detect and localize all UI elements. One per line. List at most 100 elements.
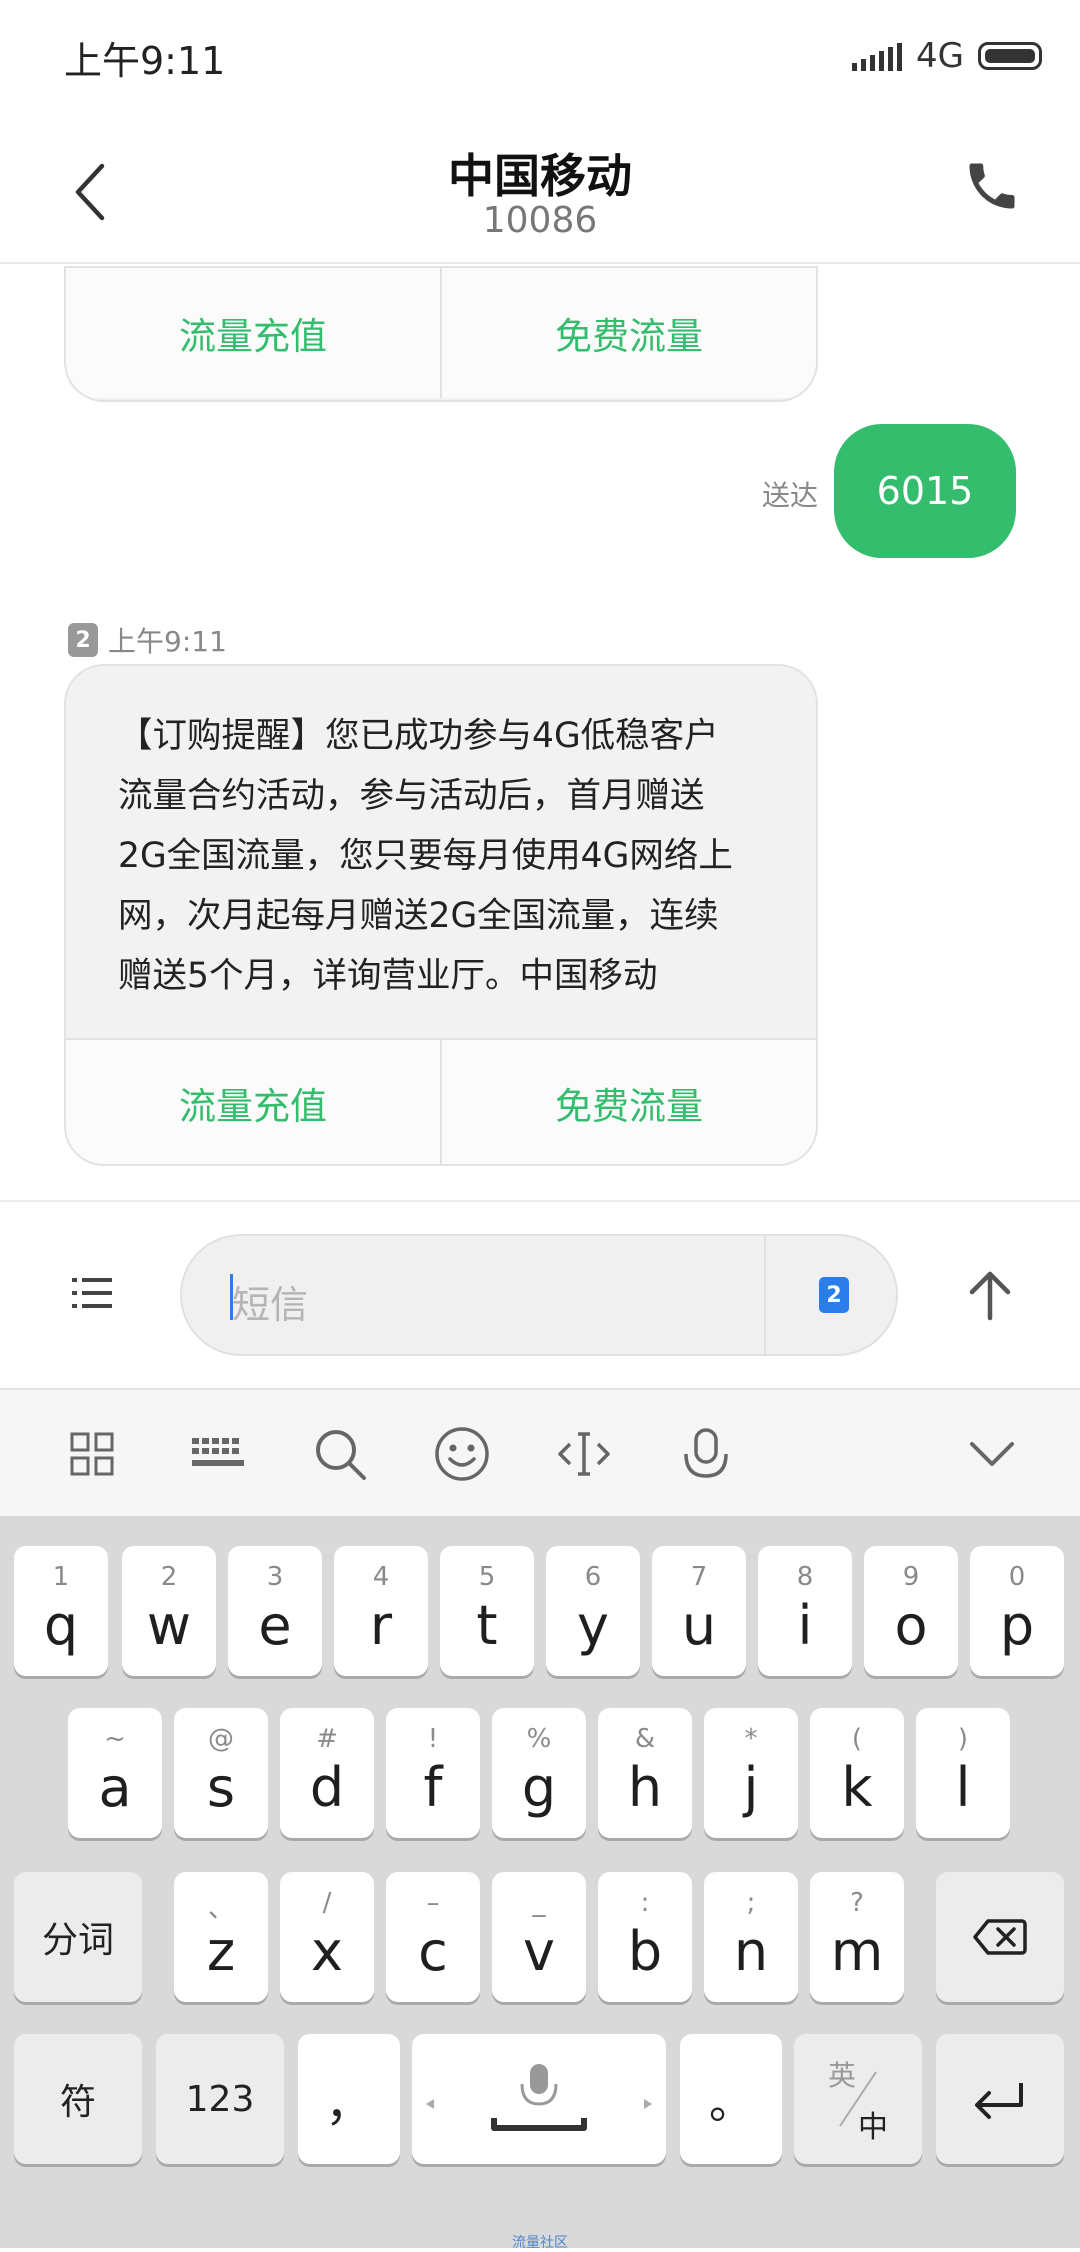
key-label: k <box>841 1756 873 1819</box>
key-hint: 1 <box>52 1562 70 1592</box>
key-q[interactable]: 1q <box>14 1546 108 1676</box>
key-z[interactable]: 、 z <box>174 1872 268 2002</box>
key-i[interactable]: 8i <box>758 1546 852 1676</box>
key-label: h <box>627 1756 663 1819</box>
key-r[interactable]: 4r <box>334 1546 428 1676</box>
key-s[interactable]: @ s <box>174 1708 268 1838</box>
key-label: e <box>258 1594 292 1657</box>
segment-key[interactable]: 分词 <box>14 1872 142 2002</box>
signal-icon <box>852 41 903 71</box>
collapse-keyboard-icon[interactable] <box>962 1424 1022 1484</box>
key-u[interactable]: 7u <box>652 1546 746 1676</box>
network-type: 4G <box>916 36 964 76</box>
key-v[interactable]: _ v <box>492 1872 586 2002</box>
key-hint: 7 <box>690 1562 708 1592</box>
send-arrow-icon[interactable] <box>962 1266 1018 1322</box>
key-m[interactable]: ? m <box>810 1872 904 2002</box>
recharge-data-button[interactable]: 流量充值 <box>66 268 440 398</box>
key-hint: % <box>526 1724 552 1754</box>
period-key[interactable]: 。 <box>680 2034 782 2164</box>
comma-key[interactable]: ， <box>298 2034 400 2164</box>
key-hint: 3 <box>266 1562 284 1592</box>
key-hint: 2 <box>160 1562 178 1592</box>
key-t[interactable]: 5t <box>440 1546 534 1676</box>
sent-message-bubble[interactable]: 6015 <box>834 424 1016 558</box>
composer-bar: 短信 2 <box>0 1200 1080 1388</box>
key-a[interactable]: ~ a <box>68 1708 162 1838</box>
key-hint: / <box>322 1888 332 1918</box>
key-label: v <box>523 1920 555 1983</box>
key-d[interactable]: # d <box>280 1708 374 1838</box>
key-e[interactable]: 3e <box>228 1546 322 1676</box>
search-icon[interactable] <box>310 1424 370 1484</box>
backspace-key[interactable] <box>936 1872 1064 2002</box>
key-o[interactable]: 9o <box>864 1546 958 1676</box>
key-x[interactable]: / x <box>280 1872 374 2002</box>
key-hint: ~ <box>104 1724 126 1754</box>
key-hint: ! <box>427 1724 439 1754</box>
key-c[interactable]: – c <box>386 1872 480 2002</box>
key-label: x <box>311 1920 343 1983</box>
message-meta: 2 上午9:11 <box>68 620 227 660</box>
key-label: z <box>206 1920 236 1983</box>
key-g[interactable]: % g <box>492 1708 586 1838</box>
key-label: a <box>98 1756 132 1819</box>
key-hint: : <box>640 1888 650 1918</box>
recharge-data-button[interactable]: 流量充值 <box>66 1040 440 1164</box>
key-y[interactable]: 6y <box>546 1546 640 1676</box>
key-label: m <box>830 1920 884 1983</box>
message-line: 【订购提醒】您已成功参与4G低稳客户 <box>118 716 719 756</box>
card-actions: 流量充值 免费流量 <box>66 266 816 398</box>
message-line: 赠送5个月，详询营业厅。中国移动 <box>118 956 658 996</box>
keyboard-layout-icon[interactable] <box>188 1424 248 1484</box>
keyboard-brand-label: 流量社区 <box>512 2235 568 2251</box>
keyboard-toolbar <box>0 1388 1080 1516</box>
key-label: t <box>476 1594 498 1657</box>
key-hint: ; <box>746 1888 756 1918</box>
space-key[interactable] <box>412 2034 666 2164</box>
key-label: j <box>743 1756 759 1819</box>
free-data-button[interactable]: 免费流量 <box>440 1040 816 1164</box>
status-icons: 4G <box>852 34 1042 78</box>
key-hint: @ <box>208 1724 234 1754</box>
key-label: g <box>521 1756 557 1819</box>
message-body[interactable]: 【订购提醒】您已成功参与4G低稳客户 流量合约活动，参与活动后，首月赠送 2G全… <box>66 666 816 1038</box>
key-j[interactable]: * j <box>704 1708 798 1838</box>
free-data-button[interactable]: 免费流量 <box>440 268 816 398</box>
symbol-key-label: 符 <box>59 2082 96 2123</box>
key-hint: * <box>744 1724 758 1754</box>
sim-selector[interactable]: 2 <box>764 1236 896 1354</box>
key-label: o <box>894 1594 928 1657</box>
key-k[interactable]: (k <box>810 1708 904 1838</box>
microphone-icon[interactable] <box>676 1424 736 1484</box>
cursor-move-icon[interactable] <box>554 1424 614 1484</box>
key-hint: & <box>634 1724 656 1754</box>
key-n[interactable]: ; n <box>704 1872 798 2002</box>
message-card: 【订购提醒】您已成功参与4G低稳客户 流量合约活动，参与活动后，首月赠送 2G全… <box>64 664 818 1166</box>
key-f[interactable]: ! f <box>386 1708 480 1838</box>
number-key[interactable]: 123 <box>156 2034 284 2164</box>
list-menu-icon[interactable] <box>72 1276 112 1310</box>
enter-key[interactable] <box>936 2034 1064 2164</box>
key-h[interactable]: & h <box>598 1708 692 1838</box>
key-hint: 4 <box>372 1562 390 1592</box>
symbol-key[interactable]: 符 <box>14 2034 142 2164</box>
key-label: q <box>43 1594 79 1657</box>
key-b[interactable]: :b <box>598 1872 692 2002</box>
key-hint: 6 <box>584 1562 602 1592</box>
key-label: n <box>733 1920 769 1983</box>
emoji-icon[interactable] <box>432 1424 492 1484</box>
key-hint: – <box>426 1888 440 1918</box>
message-line: 网，次月起每月赠送2G全国流量，连续 <box>118 896 719 936</box>
key-l[interactable]: ) l <box>916 1708 1010 1838</box>
phone-icon[interactable] <box>962 156 1022 216</box>
key-label: i <box>797 1594 813 1657</box>
segment-key-label: 分词 <box>41 1920 114 1961</box>
key-label: f <box>423 1756 443 1819</box>
message-input[interactable]: 短信 2 <box>180 1234 898 1356</box>
key-label: r <box>369 1594 393 1657</box>
apps-grid-icon[interactable] <box>62 1424 122 1484</box>
language-switch-key[interactable]: 英 中 <box>794 2034 922 2164</box>
key-w[interactable]: 2w <box>122 1546 216 1676</box>
key-p[interactable]: 0p <box>970 1546 1064 1676</box>
